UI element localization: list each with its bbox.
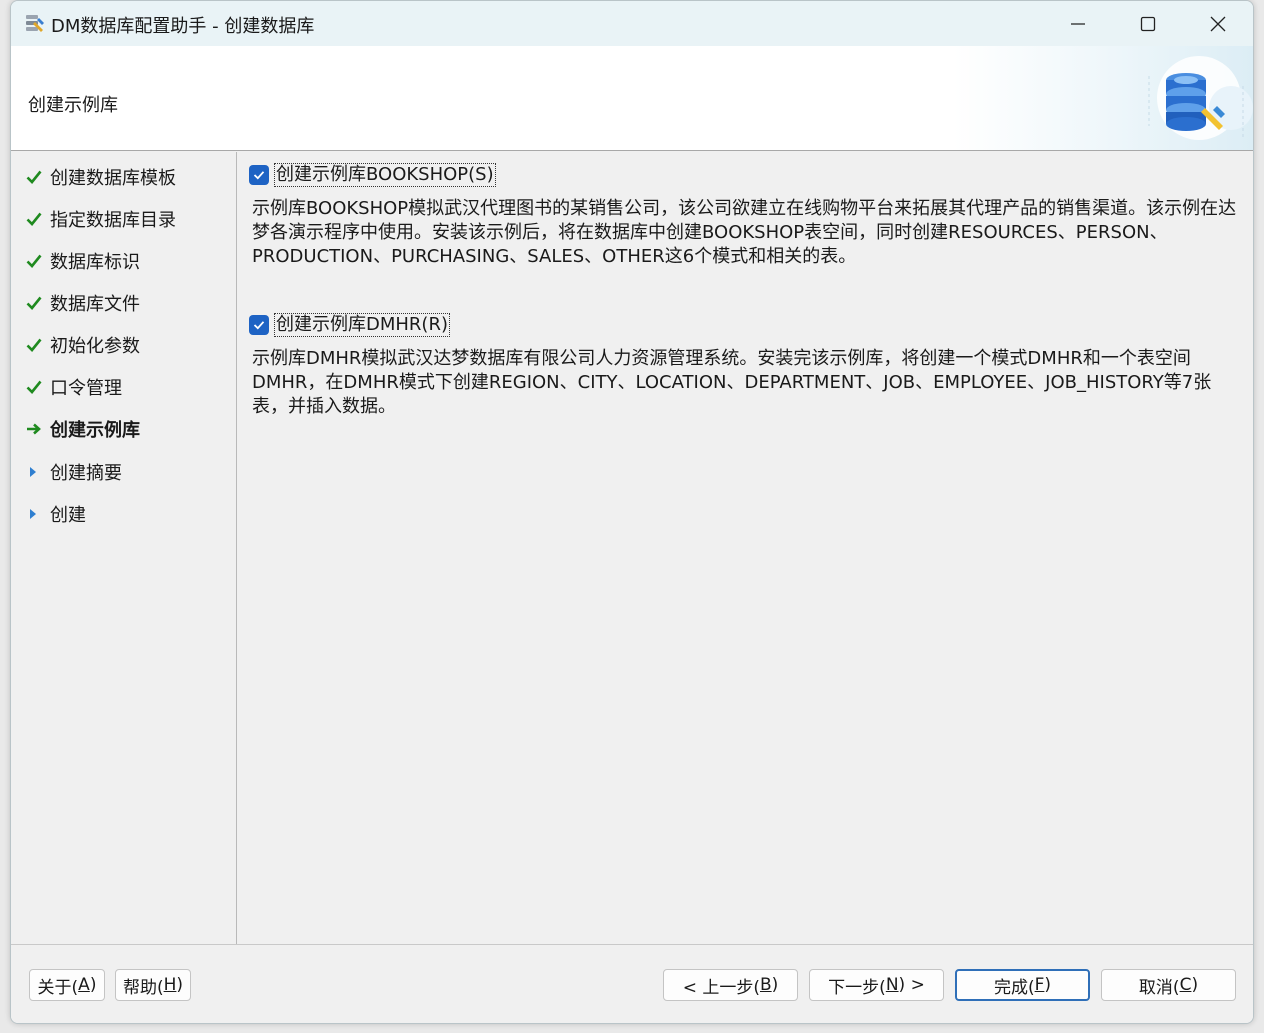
minimize-icon <box>1071 22 1085 25</box>
checkmark-icon <box>26 293 50 313</box>
arrow-right-icon <box>26 419 50 439</box>
database-logo-icon <box>1148 56 1253 140</box>
bookshop-description: 示例库BOOKSHOP模拟武汉代理图书的某销售公司，该公司欲建立在线购物平台来拓… <box>252 198 1237 267</box>
step-item-current: 创建示例库 <box>26 414 140 444</box>
close-button[interactable] <box>1183 1 1253 46</box>
step-label: 创建摘要 <box>50 463 122 484</box>
next-button[interactable]: 下一步(N) > <box>809 969 944 1001</box>
about-button[interactable]: 关于(A) <box>29 969 105 1001</box>
wizard-steps: 创建数据库模板 指定数据库目录 数据库标识 数据库文件 初始化参数 口令管理 创… <box>11 152 237 944</box>
step-label: 创建数据库模板 <box>50 168 176 189</box>
dmhr-description: 示例库DMHR模拟武汉达梦数据库有限公司人力资源管理系统。安装完该示例库，将创建… <box>252 348 1212 417</box>
checkmark-icon <box>26 167 50 187</box>
checkmark-icon <box>26 377 50 397</box>
step-item: 创建数据库模板 <box>26 162 176 192</box>
content-panel: 创建示例库BOOKSHOP(S) 示例库BOOKSHOP模拟武汉代理图书的某销售… <box>238 152 1253 944</box>
step-label: 数据库标识 <box>50 252 140 273</box>
app-icon <box>26 15 44 32</box>
checkmark-icon <box>26 209 50 229</box>
checkmark-icon <box>26 335 50 355</box>
triangle-right-icon <box>26 504 50 524</box>
dmhr-checkbox-label[interactable]: 创建示例库DMHR(R) <box>274 313 450 337</box>
step-label: 创建 <box>50 505 86 526</box>
previous-button[interactable]: < 上一步(B) <box>663 969 798 1001</box>
step-item: 初始化参数 <box>26 330 140 360</box>
step-item: 口令管理 <box>26 372 122 402</box>
bookshop-checkbox-label[interactable]: 创建示例库BOOKSHOP(S) <box>274 163 496 187</box>
step-label: 创建示例库 <box>50 420 140 441</box>
step-item: 数据库标识 <box>26 246 140 276</box>
finish-button[interactable]: 完成(F) <box>955 969 1090 1001</box>
button-bar: 关于(A) 帮助(H) < 上一步(B) 下一步(N) > 完成(F) 取消(C… <box>11 944 1253 1023</box>
wizard-header: 创建示例库 <box>11 46 1253 151</box>
checkbox-checked-icon[interactable] <box>249 165 269 185</box>
step-item: 数据库文件 <box>26 288 140 318</box>
help-button[interactable]: 帮助(H) <box>115 969 191 1001</box>
step-item: 创建摘要 <box>26 457 122 487</box>
step-label: 数据库文件 <box>50 294 140 315</box>
step-item: 创建 <box>26 499 86 529</box>
step-label: 初始化参数 <box>50 336 140 357</box>
window-title: DM数据库配置助手 - 创建数据库 <box>51 16 315 37</box>
minimize-button[interactable] <box>1043 1 1113 46</box>
maximize-button[interactable] <box>1113 1 1183 46</box>
app-window: DM数据库配置助手 - 创建数据库 创建示例库 创建数据库模板 指定数据库目录 … <box>10 0 1254 1024</box>
bookshop-checkbox[interactable]: 创建示例库BOOKSHOP(S) <box>249 163 496 187</box>
page-title: 创建示例库 <box>28 95 118 116</box>
triangle-right-icon <box>26 462 50 482</box>
close-icon <box>1210 16 1226 31</box>
checkbox-checked-icon[interactable] <box>249 315 269 335</box>
step-item: 指定数据库目录 <box>26 204 176 234</box>
checkmark-icon <box>26 251 50 271</box>
step-label: 口令管理 <box>50 378 122 399</box>
step-label: 指定数据库目录 <box>50 210 176 231</box>
maximize-icon <box>1140 16 1156 31</box>
dmhr-checkbox[interactable]: 创建示例库DMHR(R) <box>249 313 450 337</box>
cancel-button[interactable]: 取消(C) <box>1101 969 1236 1001</box>
title-bar: DM数据库配置助手 - 创建数据库 <box>11 1 1253 46</box>
